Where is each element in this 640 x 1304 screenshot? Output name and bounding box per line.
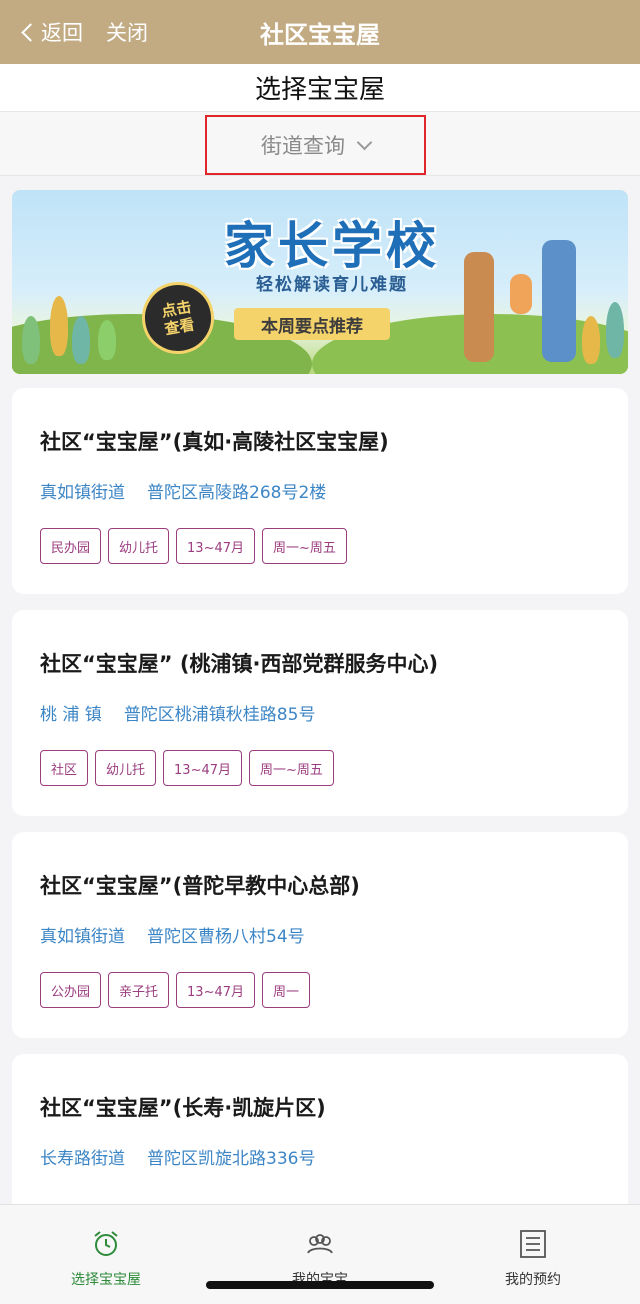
tag: 公办园	[40, 972, 102, 1008]
card-title: 社区“宝宝屋”(长寿·凯旋片区)	[40, 1096, 326, 1120]
tag: 周一	[262, 972, 311, 1008]
tree-decoration	[22, 316, 40, 364]
baby-house-card[interactable]: 社区“宝宝屋” (桃浦镇·西部党群服务中心) 桃 浦 镇 普陀区桃浦镇秋桂路85号…	[12, 610, 628, 816]
tag: 周一~周五	[249, 750, 334, 786]
navbar: 返回 关闭 社区宝宝屋	[0, 0, 640, 64]
card-title: 社区“宝宝屋”(真如·高陵社区宝宝屋)	[40, 430, 389, 454]
page-header: 选择宝宝屋	[0, 64, 640, 112]
home-indicator[interactable]	[206, 1281, 434, 1289]
banner-title: 家长学校	[224, 217, 440, 275]
tag: 13~47月	[176, 528, 256, 564]
card-tags: 公办园 亲子托 13~47月 周一	[40, 972, 311, 1008]
tag: 亲子托	[108, 972, 170, 1008]
chevron-left-icon	[21, 22, 40, 42]
tag: 周一~周五	[262, 528, 347, 564]
card-street: 真如镇街道	[40, 927, 125, 947]
tag: 13~47月	[176, 972, 256, 1008]
baby-house-card[interactable]: 社区“宝宝屋”(普陀早教中心总部) 真如镇街道 普陀区曹杨八村54号 公办园 亲子…	[12, 832, 628, 1038]
close-button[interactable]: 关闭	[106, 0, 148, 64]
father-figure	[542, 240, 576, 362]
card-address: 桃 浦 镇 普陀区桃浦镇秋桂路85号	[40, 700, 315, 725]
alarm-clock-icon	[91, 1229, 121, 1259]
card-location: 普陀区曹杨八村54号	[147, 927, 305, 947]
app-title: 社区宝宝屋	[260, 20, 380, 49]
tree-decoration	[606, 302, 624, 358]
baby-house-card[interactable]: 社区“宝宝屋”(长寿·凯旋片区) 长寿路街道 普陀区凯旋北路336号	[12, 1054, 628, 1204]
card-address: 真如镇街道 普陀区高陵路268号2楼	[40, 478, 326, 503]
card-tags: 社区 幼儿托 13~47月 周一~周五	[40, 750, 334, 786]
tag: 幼儿托	[108, 528, 170, 564]
street-query-dropdown[interactable]: 街道查询	[205, 115, 426, 175]
badge-line: 查看	[163, 315, 196, 339]
back-button[interactable]: 返回	[20, 0, 83, 64]
list-icon	[518, 1229, 548, 1259]
tree-decoration	[72, 316, 90, 364]
bottom-tab-bar: 选择宝宝屋 我的宝宝 我的预约	[0, 1204, 640, 1304]
tab-my-baby[interactable]: 我的宝宝	[240, 1205, 400, 1304]
filter-bar: 街道查询	[0, 112, 640, 176]
baby-house-card[interactable]: 社区“宝宝屋”(真如·高陵社区宝宝屋) 真如镇街道 普陀区高陵路268号2楼 民办…	[12, 388, 628, 594]
banner-subtitle: 轻松解读育儿难题	[256, 275, 408, 295]
card-street: 真如镇街道	[40, 483, 125, 503]
tag: 幼儿托	[95, 750, 157, 786]
card-street: 长寿路街道	[40, 1149, 125, 1169]
card-location: 普陀区凯旋北路336号	[147, 1149, 316, 1169]
card-address: 真如镇街道 普陀区曹杨八村54号	[40, 922, 305, 947]
parent-school-banner[interactable]: 家长学校 轻松解读育儿难题 点击 查看 本周要点推荐	[12, 190, 628, 374]
child-figure	[510, 274, 532, 314]
babies-icon	[305, 1229, 335, 1259]
tag: 社区	[40, 750, 89, 786]
tab-label: 选择宝宝屋	[71, 1272, 141, 1288]
card-title: 社区“宝宝屋” (桃浦镇·西部党群服务中心)	[40, 652, 439, 676]
card-street: 桃 浦 镇	[40, 705, 102, 725]
back-label: 返回	[41, 21, 83, 45]
banner-tag: 本周要点推荐	[234, 308, 390, 340]
tree-decoration	[50, 296, 68, 356]
tab-select-baby-house[interactable]: 选择宝宝屋	[26, 1205, 186, 1304]
page-title: 选择宝宝屋	[254, 75, 385, 105]
mother-figure	[464, 252, 494, 362]
chevron-down-icon	[356, 134, 373, 150]
card-location: 普陀区桃浦镇秋桂路85号	[123, 705, 316, 725]
street-query-label: 街道查询	[261, 134, 345, 158]
tab-label: 我的预约	[505, 1272, 561, 1288]
tag: 13~47月	[163, 750, 243, 786]
card-title: 社区“宝宝屋”(普陀早教中心总部)	[40, 874, 360, 898]
card-address: 长寿路街道 普陀区凯旋北路336号	[40, 1144, 315, 1169]
card-location: 普陀区高陵路268号2楼	[147, 483, 327, 503]
tree-decoration	[98, 320, 116, 360]
tab-my-appointments[interactable]: 我的预约	[453, 1205, 613, 1304]
tag: 民办园	[40, 528, 102, 564]
card-tags: 民办园 幼儿托 13~47月 周一~周五	[40, 528, 347, 564]
tree-decoration	[582, 316, 600, 364]
